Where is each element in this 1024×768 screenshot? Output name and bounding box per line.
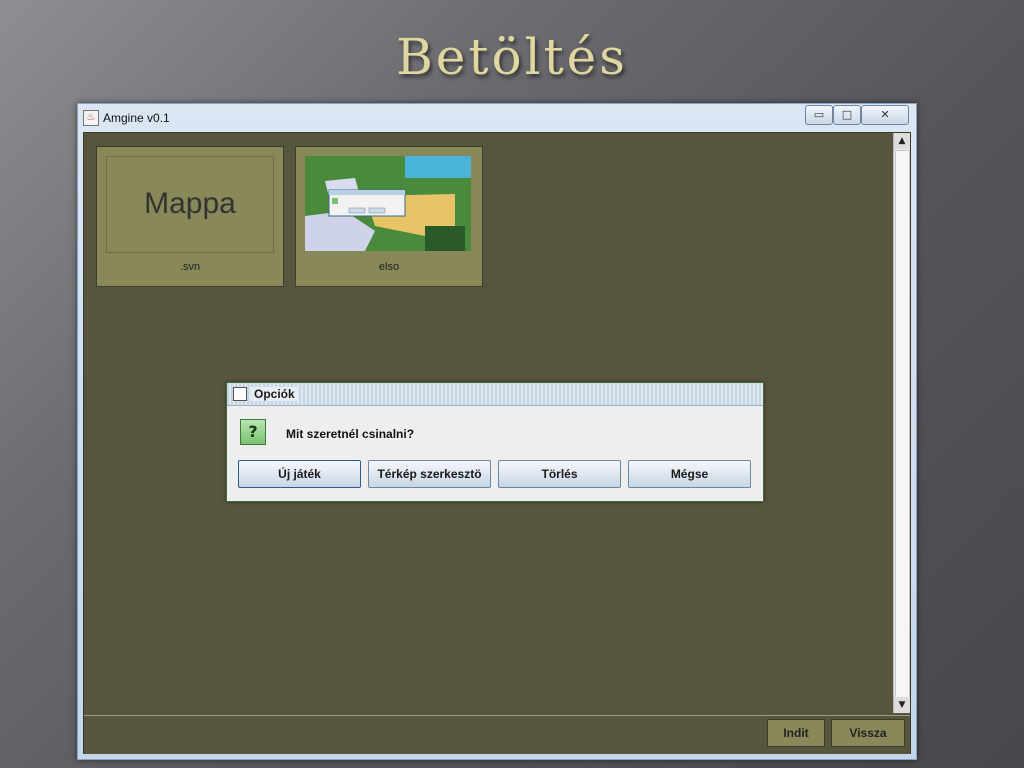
dialog-message: Mit szeretnél csinalni?: [286, 427, 415, 441]
question-icon: ?: [240, 419, 266, 445]
delete-button[interactable]: Törlés: [498, 460, 621, 488]
map-tile-elso[interactable]: elso: [295, 146, 483, 287]
tile-label: elso: [378, 261, 400, 273]
cancel-button[interactable]: Mégse: [628, 460, 751, 488]
tile-label: .svn: [179, 261, 201, 273]
close-button[interactable]: ✕: [861, 105, 909, 125]
maximize-button[interactable]: □: [833, 105, 861, 125]
window-title: Amgine v0.1: [103, 111, 170, 125]
folder-thumbnail: Mappa: [106, 156, 274, 253]
back-button[interactable]: Vissza: [831, 719, 905, 747]
map-thumbnail: [305, 156, 471, 251]
map-editor-button[interactable]: Térkép szerkesztö: [368, 460, 491, 488]
start-button[interactable]: Indit: [767, 719, 825, 747]
scroll-down-icon[interactable]: ▼: [894, 697, 910, 713]
dialog-title: Opciók: [251, 387, 298, 401]
new-game-button[interactable]: Új játék: [238, 460, 361, 488]
window-titlebar[interactable]: ♨ Amgine v0.1 ▭ □ ✕: [78, 104, 916, 132]
java-app-icon: ♨: [83, 110, 99, 126]
minimize-button[interactable]: ▭: [805, 105, 833, 125]
slide-title: Betöltés: [396, 28, 628, 86]
vertical-scrollbar[interactable]: ▲ ▼: [893, 133, 910, 713]
folder-tile-svn[interactable]: Mappa .svn: [96, 146, 284, 287]
dialog-titlebar[interactable]: Opciók: [227, 383, 763, 406]
folder-thumbnail-text: Mappa: [144, 187, 236, 220]
options-dialog: Opciók ? Mit szeretnél csinalni? Új játé…: [226, 382, 764, 502]
scroll-thumb[interactable]: [895, 150, 910, 698]
bottom-toolbar: Indit Vissza: [84, 715, 910, 754]
window-icon: [233, 387, 247, 401]
scroll-up-icon[interactable]: ▲: [894, 133, 910, 149]
